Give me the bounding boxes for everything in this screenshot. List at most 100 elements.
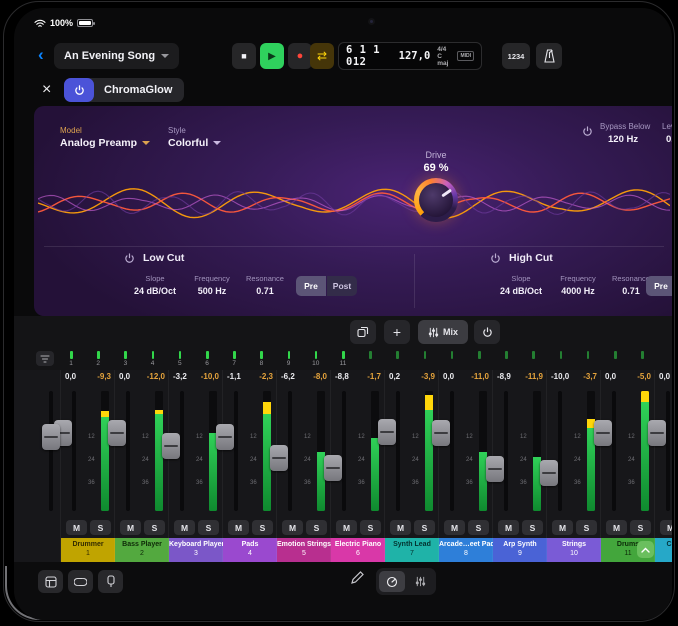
bypass-power-icon[interactable] — [582, 126, 593, 137]
close-icon[interactable]: × — [42, 80, 51, 100]
volume-fader[interactable] — [126, 391, 130, 511]
volume-fader[interactable] — [504, 391, 508, 511]
track-label[interactable]: Emotion Strings 5 — [277, 538, 331, 562]
volume-fader[interactable] — [612, 391, 616, 511]
post-button[interactable]: Post — [327, 276, 357, 296]
track-label[interactable]: Chorus V — [655, 538, 672, 562]
volume-fader[interactable] — [558, 391, 562, 511]
volume-fader[interactable] — [180, 391, 184, 511]
track-label[interactable]: Synth Lead 7 — [385, 538, 439, 562]
low-cut-power-icon[interactable] — [124, 253, 135, 264]
song-title-button[interactable]: An Evening Song — [54, 43, 179, 69]
low-cut-slope[interactable]: Slope 24 dB/Oct — [130, 274, 180, 296]
mute-button[interactable]: M — [606, 520, 627, 535]
solo-button[interactable]: S — [306, 520, 327, 535]
low-cut-frequency[interactable]: Frequency 500 Hz — [186, 274, 238, 296]
fader-handle[interactable] — [42, 424, 60, 450]
drive-knob[interactable] — [414, 178, 458, 222]
low-cut-resonance[interactable]: Resonance 0.71 — [240, 274, 290, 296]
pre-button[interactable]: Pre — [296, 276, 326, 296]
volume-fader[interactable] — [288, 391, 292, 511]
high-cut-slope[interactable]: Slope 24 dB/Oct — [496, 274, 546, 296]
solo-button[interactable]: S — [630, 520, 651, 535]
fader-handle[interactable] — [378, 419, 396, 445]
fader-handle[interactable] — [270, 445, 288, 471]
browser-button[interactable] — [38, 570, 63, 593]
solo-button[interactable]: S — [252, 520, 273, 535]
fader-handle[interactable] — [108, 420, 126, 446]
cycle-button[interactable]: ⇄ — [310, 43, 334, 69]
level-value[interactable]: 0.0 — [666, 134, 672, 145]
duplicate-button[interactable] — [350, 320, 376, 344]
mute-button[interactable]: M — [66, 520, 87, 535]
mute-button[interactable]: M — [228, 520, 249, 535]
controls-view-button[interactable] — [379, 571, 405, 592]
style-selector[interactable]: Colorful — [168, 137, 221, 149]
track-label[interactable]: Drums 11 — [601, 538, 655, 562]
track-label[interactable]: Keyboard Player 3 — [169, 538, 223, 562]
back-chevron-icon[interactable]: ‹ — [38, 45, 44, 65]
mute-button[interactable]: M — [552, 520, 573, 535]
bypass-below-value[interactable]: 120 Hz — [608, 134, 638, 145]
pre-button[interactable]: Pre — [646, 276, 672, 296]
solo-button[interactable]: S — [198, 520, 219, 535]
volume-fader[interactable] — [666, 391, 670, 511]
edit-pencil-button[interactable] — [350, 571, 364, 588]
plugin-power-button[interactable] — [64, 78, 94, 102]
fader-handle[interactable] — [162, 433, 180, 459]
model-selector[interactable]: Analog Preamp — [60, 137, 150, 149]
fader-handle[interactable] — [540, 460, 558, 486]
volume-fader[interactable] — [234, 391, 238, 511]
mix-toggle-button[interactable]: Mix — [418, 320, 468, 344]
solo-button[interactable]: S — [522, 520, 543, 535]
track-label[interactable]: Bass Player 2 — [115, 538, 169, 562]
fader-handle[interactable] — [324, 455, 342, 481]
ruler-filter-icon[interactable] — [36, 351, 54, 366]
solo-button[interactable]: S — [414, 520, 435, 535]
track-label[interactable]: Strings 10 — [547, 538, 601, 562]
track-label[interactable]: Pads 4 — [223, 538, 277, 562]
mute-button[interactable]: M — [660, 520, 672, 535]
fader-handle[interactable] — [486, 456, 504, 482]
volume-fader[interactable] — [450, 391, 454, 511]
bar-ruler[interactable]: 1234567891011 — [14, 348, 672, 370]
solo-button[interactable]: S — [144, 520, 165, 535]
track-label[interactable]: Arp Synth 9 — [493, 538, 547, 562]
solo-button[interactable]: S — [90, 520, 111, 535]
loops-button[interactable] — [68, 570, 93, 593]
mute-button[interactable]: M — [120, 520, 141, 535]
add-track-button[interactable]: + — [384, 320, 410, 344]
mute-button[interactable]: M — [444, 520, 465, 535]
volume-fader[interactable] — [342, 391, 346, 511]
metronome-button[interactable] — [536, 43, 562, 69]
mute-button[interactable]: M — [282, 520, 303, 535]
fader-handle[interactable] — [432, 420, 450, 446]
stop-button[interactable]: ■ — [232, 43, 256, 69]
track-label[interactable]: Drummer 1 — [61, 538, 115, 562]
track-label[interactable]: Electric Piano 6 — [331, 538, 385, 562]
mute-button[interactable]: M — [390, 520, 411, 535]
fader-handle[interactable] — [648, 420, 666, 446]
plugin-tile-button[interactable] — [98, 570, 123, 593]
track-label[interactable]: Arcade…eet Pad 8 — [439, 538, 493, 562]
mute-button[interactable]: M — [498, 520, 519, 535]
mute-button[interactable]: M — [174, 520, 195, 535]
volume-fader[interactable] — [49, 391, 53, 511]
mute-button[interactable]: M — [336, 520, 357, 535]
record-button[interactable]: ● — [288, 43, 312, 69]
fader-handle[interactable] — [594, 420, 612, 446]
high-cut-power-icon[interactable] — [490, 253, 501, 264]
volume-fader[interactable] — [396, 391, 400, 511]
solo-button[interactable]: S — [360, 520, 381, 535]
mixer-view-button[interactable] — [407, 571, 433, 592]
count-in-button[interactable]: 1234 — [502, 43, 530, 69]
solo-button[interactable]: S — [576, 520, 597, 535]
expand-chevron-button[interactable] — [637, 541, 654, 558]
play-button[interactable]: ▶ — [260, 43, 284, 69]
volume-fader[interactable] — [72, 391, 76, 511]
mixer-power-button[interactable] — [474, 320, 500, 344]
high-cut-frequency[interactable]: Frequency 4000 Hz — [552, 274, 604, 296]
fader-handle[interactable] — [216, 424, 234, 450]
lcd-display[interactable]: 6 1 1 012 127,0 4/4 C maj MIDI — [338, 42, 482, 70]
solo-button[interactable]: S — [468, 520, 489, 535]
